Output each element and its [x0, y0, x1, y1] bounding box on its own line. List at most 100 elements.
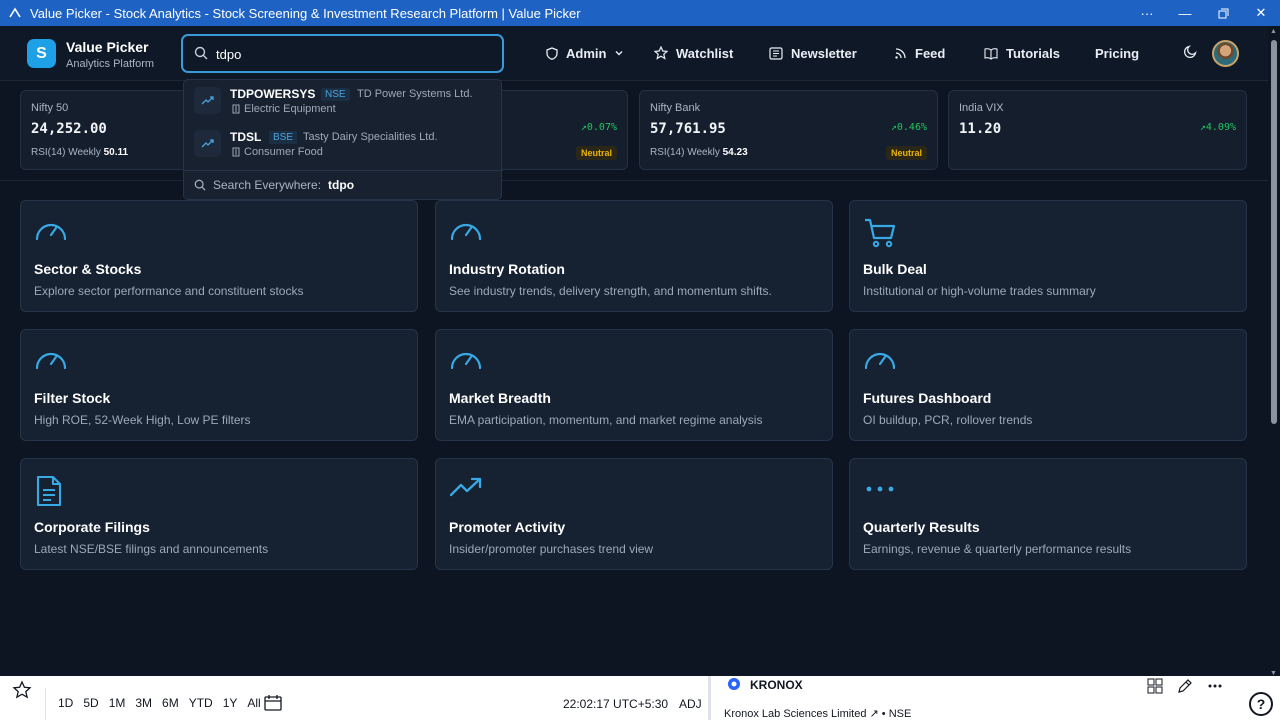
- app-header: S Value Picker Analytics Platform Admin …: [0, 26, 1268, 81]
- nav-feed[interactable]: Feed: [894, 41, 945, 65]
- card-title: Promoter Activity: [449, 519, 566, 535]
- calendar-icon[interactable]: [264, 695, 282, 716]
- card-title: Filter Stock: [34, 390, 111, 406]
- card-quarterly-results[interactable]: Quarterly Results Earnings, revenue & qu…: [849, 458, 1247, 570]
- result-sector: Electric Equipment: [231, 103, 336, 115]
- status-badge: Neutral: [575, 146, 617, 160]
- ticker-name: Nifty Bank: [650, 102, 701, 114]
- symbol-fullname[interactable]: Kronox Lab Sciences Limited ↗ • NSE: [724, 707, 911, 720]
- symbol-ticker[interactable]: KRONOX: [750, 678, 803, 692]
- more-options-icon[interactable]: ···: [1128, 0, 1166, 26]
- range-3m[interactable]: 3M: [135, 696, 152, 710]
- search-result-item[interactable]: TDPOWERSYS NSE TD Power Systems Ltd. Ele…: [184, 80, 503, 123]
- range-ytd[interactable]: YTD: [189, 696, 213, 710]
- ticker-card-india-vix[interactable]: India VIX 11.20 ↗4.09%: [948, 90, 1247, 170]
- range-all[interactable]: All: [247, 696, 260, 710]
- card-desc: Earnings, revenue & quarterly performanc…: [863, 542, 1132, 556]
- nav-watchlist[interactable]: Watchlist: [654, 41, 733, 65]
- result-symbol: TDPOWERSYS: [230, 87, 316, 101]
- panel-divider[interactable]: [708, 676, 711, 720]
- close-button[interactable]: ✕: [1242, 0, 1280, 26]
- card-promoter-activity[interactable]: Promoter Activity Insider/promoter purch…: [435, 458, 833, 570]
- exchange-badge: BSE: [269, 131, 298, 144]
- logo[interactable]: S: [27, 39, 56, 68]
- ticker-change: ↗0.07%: [580, 122, 617, 133]
- search-box[interactable]: [181, 34, 504, 73]
- card-desc: Latest NSE/BSE filings and announcements: [34, 542, 269, 556]
- range-6m[interactable]: 6M: [162, 696, 179, 710]
- minimize-button[interactable]: —: [1166, 0, 1204, 26]
- search-icon: [194, 179, 206, 191]
- scrollbar[interactable]: ▲ ▼: [1268, 26, 1280, 682]
- result-sector: Consumer Food: [231, 146, 323, 158]
- external-link-icon: ↗: [869, 708, 879, 720]
- scrollbar-thumb[interactable]: [1271, 40, 1277, 424]
- ticker-value: 24,252.00: [31, 121, 107, 137]
- ticker-change: ↗0.46%: [890, 122, 927, 133]
- card-corporate-filings[interactable]: Corporate Filings Latest NSE/BSE filings…: [20, 458, 418, 570]
- help-icon[interactable]: ?: [1249, 692, 1273, 716]
- card-bulk-deal[interactable]: Bulk Deal Institutional or high-volume t…: [849, 200, 1247, 312]
- nav-newsletter[interactable]: Newsletter: [769, 41, 857, 65]
- moon-icon[interactable]: [1183, 44, 1198, 63]
- range-1y[interactable]: 1Y: [223, 696, 238, 710]
- ticker-value: 11.20: [959, 121, 1002, 137]
- card-desc: EMA participation, momentum, and market …: [449, 413, 763, 427]
- nav-admin[interactable]: Admin: [546, 41, 624, 65]
- maximize-button[interactable]: [1204, 0, 1242, 26]
- brand-title[interactable]: Value Picker: [66, 39, 149, 55]
- chart-clock: 22:02:17 UTC+5:30: [563, 697, 669, 711]
- nav-feed-label: Feed: [915, 45, 946, 61]
- document-icon: [34, 475, 64, 512]
- building-icon: [232, 104, 240, 114]
- avatar[interactable]: [1212, 40, 1239, 67]
- search-result-item[interactable]: TDSL BSE Tasty Dairy Specialities Ltd. C…: [184, 123, 503, 166]
- more-icon[interactable]: [1207, 678, 1223, 699]
- card-desc: See industry trends, delivery strength, …: [449, 284, 772, 298]
- ticker-change: ↗4.09%: [1199, 122, 1236, 133]
- nav-tutorials[interactable]: Tutorials: [984, 41, 1060, 65]
- card-desc: Institutional or high-volume trades summ…: [863, 284, 1096, 298]
- trending-up-icon: [194, 130, 221, 157]
- result-symbol: TDSL: [230, 130, 262, 144]
- newspaper-icon: [769, 46, 783, 60]
- card-sector-stocks[interactable]: Sector & Stocks Explore sector performan…: [20, 200, 418, 312]
- card-title: Sector & Stocks: [34, 261, 142, 277]
- rss-icon: [895, 47, 906, 59]
- edit-icon[interactable]: [1177, 678, 1193, 699]
- range-5d[interactable]: 5D: [83, 696, 98, 710]
- grid-icon[interactable]: [1147, 678, 1163, 699]
- search-input[interactable]: [216, 44, 486, 64]
- ticker-value: 57,761.95: [650, 121, 726, 137]
- card-desc: Explore sector performance and constitue…: [34, 284, 304, 298]
- card-title: Quarterly Results: [863, 519, 980, 535]
- card-market-breadth[interactable]: Market Breadth EMA participation, moment…: [435, 329, 833, 441]
- star-icon[interactable]: [12, 680, 32, 705]
- range-1d[interactable]: 1D: [58, 696, 73, 710]
- card-futures-dashboard[interactable]: Futures Dashboard OI buildup, PCR, rollo…: [849, 329, 1247, 441]
- ticker-card-nifty-bank[interactable]: Nifty Bank 57,761.95 ↗0.46% RSI(14) Week…: [639, 90, 938, 170]
- result-company: Tasty Dairy Specialities Ltd.: [303, 131, 438, 143]
- search-everywhere-option[interactable]: Search Everywhere: tdpo: [194, 178, 354, 192]
- scroll-up-icon[interactable]: ▲: [1270, 28, 1277, 35]
- chart-tools: [1147, 678, 1223, 699]
- search-dropdown: TDPOWERSYS NSE TD Power Systems Ltd. Ele…: [183, 79, 503, 200]
- nav-pricing[interactable]: Pricing: [1095, 41, 1139, 65]
- card-filter-stock[interactable]: Filter Stock High ROE, 52-Week High, Low…: [20, 329, 418, 441]
- card-industry-rotation[interactable]: Industry Rotation See industry trends, d…: [435, 200, 833, 312]
- app-icon: [0, 7, 30, 19]
- card-title: Futures Dashboard: [863, 390, 992, 406]
- range-1m[interactable]: 1M: [109, 696, 126, 710]
- chart-bottom-bar: 1D 5D 1M 3M 6M YTD 1Y All 22:02:17 UTC+5…: [0, 676, 1280, 720]
- card-title: Bulk Deal: [863, 261, 927, 277]
- adj-toggle[interactable]: ADJ: [679, 697, 702, 711]
- card-title: Industry Rotation: [449, 261, 565, 277]
- dots-icon: [863, 475, 897, 506]
- brand-subtitle: Analytics Platform: [66, 58, 155, 70]
- star-icon: [654, 46, 668, 60]
- status-badge: Neutral: [885, 146, 927, 160]
- cart-icon: [863, 217, 897, 254]
- time-range-selector: 1D 5D 1M 3M 6M YTD 1Y All: [58, 696, 261, 710]
- gauge-icon: [34, 346, 68, 377]
- book-icon: [984, 47, 998, 60]
